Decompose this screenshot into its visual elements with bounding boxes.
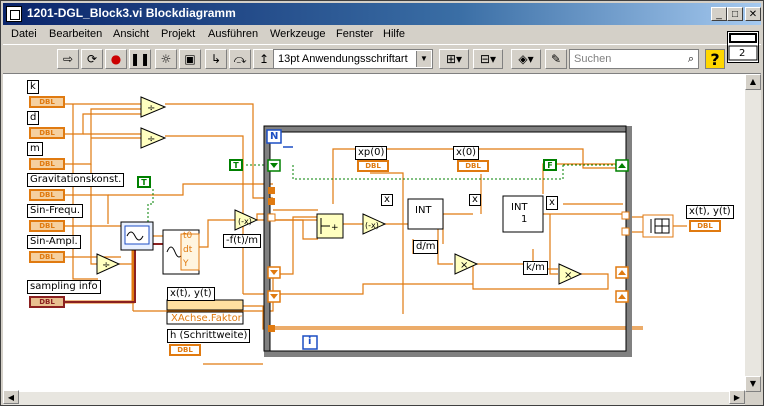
loop-count-terminal[interactable]: N (270, 131, 278, 142)
neg-force-label: -f(t)/m (223, 234, 261, 248)
d-over-m-label: d/m (413, 240, 439, 254)
sinfreq-control-terminal[interactable]: DBL (29, 220, 65, 232)
retain-wire-values-icon[interactable]: ▣ (179, 49, 201, 69)
step-size-control[interactable]: DBL (169, 344, 201, 356)
scroll-right-icon[interactable]: ▶ (729, 390, 745, 404)
menu-hilfe[interactable]: Hilfe (383, 28, 405, 40)
scroll-down-icon[interactable]: ▼ (745, 376, 761, 392)
x0-label: x(0) (453, 146, 480, 160)
font-select-value: 13pt Anwendungsschriftart (278, 53, 408, 65)
k-control-terminal[interactable]: DBL (29, 96, 65, 108)
highlight-execution-icon[interactable]: ☼ (155, 49, 177, 69)
step-into-icon[interactable]: ↳ (205, 49, 227, 69)
pause-icon[interactable]: ❚❚ (129, 49, 151, 69)
m-label: m (27, 142, 43, 156)
menu-werkzeuge[interactable]: Werkzeuge (270, 28, 325, 40)
sampling-control-terminal[interactable]: DBL (29, 296, 65, 308)
wires: ÷ ÷ ÷ (-x) + (-x) × × (61, 96, 687, 365)
step-size-label: h (Schrittweite) (167, 329, 251, 343)
svg-text:(-x): (-x) (238, 217, 252, 226)
menu-ansicht[interactable]: Ansicht (113, 28, 149, 40)
cleanup-diagram-icon[interactable]: ✎ (545, 49, 567, 69)
step-out-icon[interactable]: ↥ (253, 49, 275, 69)
run-arrow-icon[interactable]: ⇨ (57, 49, 79, 69)
false-constant[interactable]: F (543, 159, 557, 171)
svg-text:×: × (460, 260, 468, 271)
x0-constant[interactable]: DBL (457, 160, 489, 172)
minimize-button[interactable]: _ (711, 7, 727, 21)
svg-text:×: × (564, 270, 572, 281)
title-bar[interactable]: 1201-DGL_Block3.vi Blockdiagramm _ □ ✕ (3, 3, 761, 25)
align-objects-icon[interactable]: ⊞▾ (439, 49, 469, 69)
sinampl-label: Sin-Ampl. (27, 235, 81, 249)
xp0-constant[interactable]: DBL (357, 160, 389, 172)
svg-text:÷: ÷ (147, 103, 155, 114)
loop-iteration-terminal: i (308, 336, 312, 347)
xy-output-label: x(t), y(t) (686, 205, 734, 219)
connector-pane-icon[interactable]: 2 (727, 31, 759, 63)
close-button[interactable]: ✕ (745, 7, 761, 21)
window: 1201-DGL_Block3.vi Blockdiagramm _ □ ✕ D… (0, 0, 764, 406)
svg-text:+: + (331, 223, 339, 233)
font-select[interactable]: 13pt Anwendungsschriftart ▼ (273, 49, 433, 69)
true-constant[interactable]: T (137, 176, 151, 188)
x-indicator: x (546, 196, 558, 210)
k-over-m-label: k/m (523, 261, 548, 275)
run-continuously-icon[interactable]: ⟳ (81, 49, 103, 69)
svg-text:÷: ÷ (102, 260, 110, 271)
xddot-indicator: x (381, 194, 393, 206)
grav-label: Gravitationskonst. (27, 173, 125, 187)
waveform-dt: dt (183, 245, 193, 255)
menu-bearbeiten[interactable]: Bearbeiten (49, 28, 102, 40)
menu-projekt[interactable]: Projekt (161, 28, 195, 40)
k-label: k (27, 80, 39, 94)
xy-graph-label: x(t), y(t) (167, 287, 215, 301)
waveform-y: Y (183, 259, 189, 269)
scroll-up-icon[interactable]: ▲ (745, 74, 761, 90)
d-label: d (27, 111, 40, 125)
horizontal-scrollbar[interactable]: ◀ ▶ (3, 390, 745, 405)
xp0-label: xp(0) (355, 146, 388, 160)
integrator-1-label: INT (415, 205, 432, 216)
distribute-objects-icon[interactable]: ⊟▾ (473, 49, 503, 69)
search-input[interactable]: Suchen ⌕ (569, 49, 699, 69)
toolbar: ⇨ ⟳ ● ❚❚ ☼ ▣ ↳ ⤼ ↥ 13pt Anwendungsschrif… (3, 44, 761, 74)
vertical-scrollbar[interactable]: ▲ ▼ (745, 74, 761, 392)
integrator-2-label: INT (511, 202, 528, 213)
menu-ausfuehren[interactable]: Ausführen (208, 28, 258, 40)
sinampl-control-terminal[interactable]: DBL (29, 251, 65, 263)
sampling-label: sampling info (27, 280, 101, 294)
m-control-terminal[interactable]: DBL (29, 158, 65, 170)
true-constant-2[interactable]: T (229, 159, 243, 171)
integrator-2-order: 1 (521, 214, 528, 225)
menu-datei[interactable]: Datei (11, 28, 37, 40)
svg-text:÷: ÷ (147, 134, 155, 145)
step-over-icon[interactable]: ⤼ (229, 49, 251, 69)
connector-number: 2 (739, 48, 746, 59)
waveform-t0: t0 (183, 231, 193, 241)
search-placeholder: Suchen (574, 53, 612, 65)
menu-bar: Datei Bearbeiten Ansicht Projekt Ausführ… (3, 26, 761, 44)
window-title: 1201-DGL_Block3.vi Blockdiagramm (27, 6, 236, 20)
vi-window-icon (6, 6, 22, 22)
grav-control-terminal[interactable]: DBL (29, 189, 65, 201)
scroll-left-icon[interactable]: ◀ (3, 390, 19, 404)
reorder-icon[interactable]: ◈▾ (511, 49, 541, 69)
search-icon: ⌕ (687, 53, 694, 65)
xdot-indicator: x (469, 194, 481, 206)
menu-fenster[interactable]: Fenster (336, 28, 373, 40)
svg-text:(-x): (-x) (365, 221, 379, 230)
xy-output-indicator[interactable]: DBL (689, 220, 721, 232)
context-help-button[interactable]: ? (705, 49, 725, 69)
d-control-terminal[interactable]: DBL (29, 127, 65, 139)
maximize-button[interactable]: □ (727, 7, 743, 21)
xachse-property: XAchse.Faktor (171, 313, 242, 324)
sinfreq-label: Sin-Frequ. (27, 204, 84, 218)
block-diagram[interactable]: ÷ ÷ ÷ (-x) + (-x) × × k DBL d DBL m DBL … (3, 74, 745, 392)
abort-icon[interactable]: ● (105, 49, 127, 69)
chevron-down-icon: ▼ (416, 51, 431, 67)
